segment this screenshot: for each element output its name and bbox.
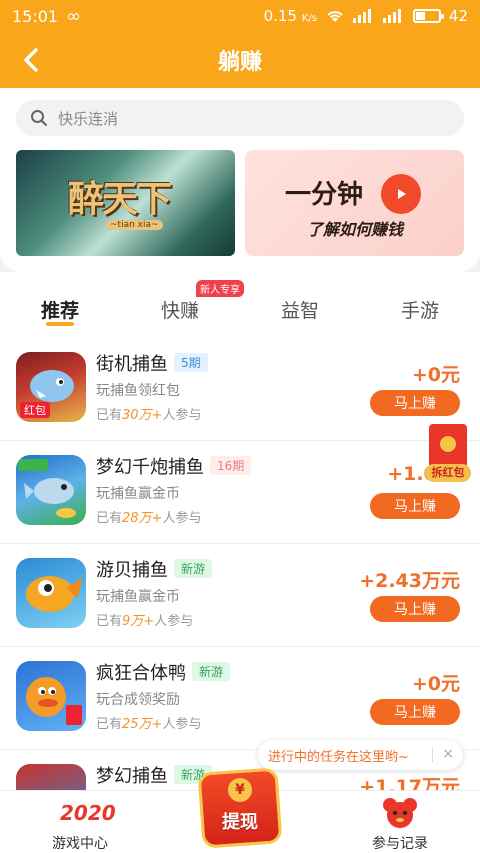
game-banner[interactable]: 醉天下 ~tian xia~ xyxy=(16,150,235,256)
open-red-packet-label: 拆红包 xyxy=(425,464,471,482)
signal-icon xyxy=(352,9,371,23)
game-description: 玩捕鱼领红包 xyxy=(96,383,180,399)
reward-amount: +2.43万元 xyxy=(359,570,460,592)
svg-text:红包: 红包 xyxy=(24,404,46,417)
reward-amount: +1.17万元 xyxy=(359,776,460,790)
game-name: 游贝捕鱼 新游 xyxy=(96,556,213,582)
game-list: 红包 街机捕鱼 5期 玩捕鱼领红包 已有30万+人参与 +0元 马上赚 梦幻千炮捕… xyxy=(0,338,480,790)
search-icon xyxy=(31,110,47,126)
network-speed: 0.15 K/s xyxy=(263,7,317,25)
status-time: 15:01 xyxy=(12,6,59,26)
game-icon xyxy=(16,455,86,525)
tab-puzzle[interactable]: 益智 xyxy=(240,296,360,323)
page-title: 躺赚 xyxy=(217,50,262,75)
active-tab-indicator xyxy=(46,322,74,326)
header-card: 快乐连消 醉天下 ~tian xia~ 一分钟 了解如何赚钱 xyxy=(0,88,480,272)
mouse-mascot-icon xyxy=(383,798,417,828)
battery-icon xyxy=(412,9,444,23)
banner-game-subtitle: ~tian xia~ xyxy=(106,220,163,230)
wifi-icon xyxy=(327,11,343,22)
issue-tag: 5期 xyxy=(174,353,208,372)
game-icon xyxy=(16,661,86,731)
game-name: 疯狂合体鸭 新游 xyxy=(96,659,231,685)
battery-level xyxy=(415,12,426,20)
earn-now-button[interactable]: 马上赚 xyxy=(370,493,460,519)
earn-now-button[interactable]: 马上赚 xyxy=(370,390,460,416)
list-item[interactable]: 疯狂合体鸭 新游 玩合成领奖励 已有25万+人参与 +0元 马上赚 xyxy=(0,647,480,750)
game-description: 玩合成领奖励 xyxy=(96,692,180,708)
coin-icon xyxy=(440,436,456,452)
red-packet-widget[interactable]: 拆红包 xyxy=(425,424,471,484)
ongoing-tasks-tip[interactable]: 进行中的任务在这里哟~ × xyxy=(258,740,463,770)
nav-bar: 躺赚 xyxy=(0,32,480,88)
list-item[interactable]: 红包 街机捕鱼 5期 玩捕鱼领红包 已有30万+人参与 +0元 马上赚 xyxy=(0,338,480,441)
earn-now-button[interactable]: 马上赚 xyxy=(370,699,460,725)
game-center-icon: 2020 xyxy=(60,801,116,825)
reward-amount: +0元 xyxy=(411,673,460,695)
game-name: 梦幻千炮捕鱼 16期 xyxy=(96,453,252,479)
new-game-tag: 新游 xyxy=(174,559,213,578)
new-user-badge: 新人专享 xyxy=(196,280,244,297)
participants-count: 已有25万+人参与 xyxy=(96,717,202,732)
tutorial-banner[interactable]: 一分钟 了解如何赚钱 xyxy=(245,150,464,256)
tab-mobile-games[interactable]: 手游 xyxy=(360,296,480,323)
participants-count: 已有9万+人参与 xyxy=(96,614,194,629)
game-icon xyxy=(16,764,86,790)
banner-game-logo: 醉天下 xyxy=(68,178,172,220)
new-game-tag: 新游 xyxy=(192,662,231,681)
close-icon[interactable]: × xyxy=(442,746,454,762)
records-label: 参与记录 xyxy=(372,836,428,852)
tip-text: 进行中的任务在这里哟~ xyxy=(268,749,409,765)
status-right: 0.15 K/s 42 xyxy=(264,7,468,25)
earn-now-button[interactable]: 马上赚 xyxy=(370,596,460,622)
search-placeholder: 快乐连消 xyxy=(58,109,119,128)
infinity-icon: ∞ xyxy=(66,5,82,27)
game-icon: 红包 xyxy=(16,352,86,422)
list-item[interactable]: 游贝捕鱼 新游 玩捕鱼赢金币 已有9万+人参与 +2.43万元 马上赚 xyxy=(0,544,480,647)
yuan-coin-icon: ¥ xyxy=(228,778,252,802)
game-description: 玩捕鱼赢金币 xyxy=(96,589,180,605)
play-icon xyxy=(381,174,421,214)
tab-recommend[interactable]: 推荐 xyxy=(0,296,120,323)
participants-count: 已有28万+人参与 xyxy=(96,511,202,526)
list-item[interactable]: 梦幻千炮捕鱼 16期 玩捕鱼赢金币 已有28万+人参与 +1.06 马上赚 xyxy=(0,441,480,544)
signal-icon-2 xyxy=(382,9,401,23)
search-input[interactable]: 快乐连消 xyxy=(16,100,464,136)
reward-amount: +0元 xyxy=(411,364,460,386)
tab-quick-earn[interactable]: 快赚 xyxy=(120,296,240,323)
battery-percent: 42 xyxy=(448,7,468,25)
back-arrow-icon[interactable] xyxy=(18,46,44,74)
game-icon xyxy=(16,558,86,628)
status-left: 15:01 ∞ xyxy=(12,6,81,27)
game-description: 玩捕鱼赢金币 xyxy=(96,486,180,502)
withdraw-label: 提现 xyxy=(222,812,258,833)
game-center-label: 游戏中心 xyxy=(52,836,108,852)
tutorial-title: 一分钟 xyxy=(285,180,364,210)
game-name: 街机捕鱼 5期 xyxy=(96,350,208,376)
tip-divider xyxy=(432,748,433,762)
tutorial-subtitle: 了解如何赚钱 xyxy=(307,220,404,239)
category-tabs: 新人专享 推荐 快赚 益智 手游 xyxy=(0,272,480,338)
withdraw-button[interactable]: ¥ 提现 xyxy=(192,764,288,852)
issue-tag: 16期 xyxy=(210,456,252,475)
status-bar: 15:01 ∞ 0.15 K/s 42 xyxy=(0,0,480,32)
participants-count: 已有30万+人参与 xyxy=(96,408,202,423)
